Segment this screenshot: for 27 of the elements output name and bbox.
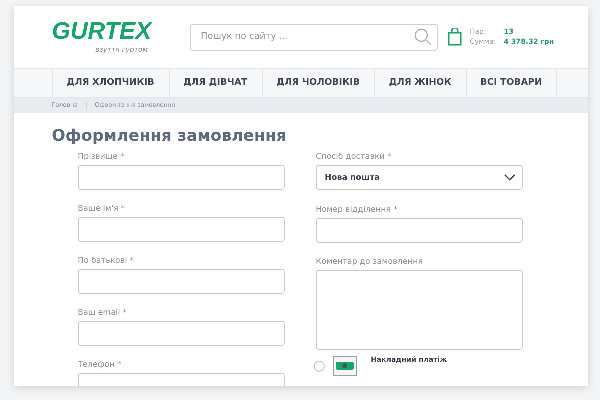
nav-link[interactable]: ДЛЯ ДІВЧАТ [168,69,262,97]
input-field[interactable] [316,218,523,243]
shopping-bag-icon[interactable] [448,28,462,46]
banknote-icon [333,356,357,376]
input-field[interactable] [78,217,285,242]
input-field[interactable] [78,321,285,346]
nav-link[interactable]: ДЛЯ ЖІНОК [374,69,466,97]
field-label: Телефон * [78,360,122,369]
field-label: Ваше Ім'я * [78,204,126,213]
field-label: Прізвище * [78,152,126,161]
chevron-down-icon [504,174,516,182]
nav-link[interactable]: ДЛЯ ХЛОПЧИКІВ [52,69,169,97]
field-label: Ваш email * [78,308,128,317]
page-title: Оформлення замовлення [52,126,288,145]
nav-link[interactable]: ВСІ ТОВАРИ [466,69,558,97]
comment-field[interactable] [316,270,523,350]
search-input[interactable]: Пошук по сайту ... [190,24,438,50]
field-label: По батькові * [78,256,135,265]
field-label: Номер відділення * [316,205,399,214]
field-label: Спосіб доставки * [316,152,392,161]
search-icon[interactable] [414,28,432,46]
field-label: Коментар до замовлення [316,257,424,266]
nav-link[interactable]: ДЛЯ ЧОЛОВІКІВ [262,69,374,97]
delivery-select[interactable]: Нова пошта [316,165,523,190]
input-field[interactable] [78,269,285,294]
radio-button[interactable] [314,361,325,372]
input-field[interactable] [78,165,285,190]
